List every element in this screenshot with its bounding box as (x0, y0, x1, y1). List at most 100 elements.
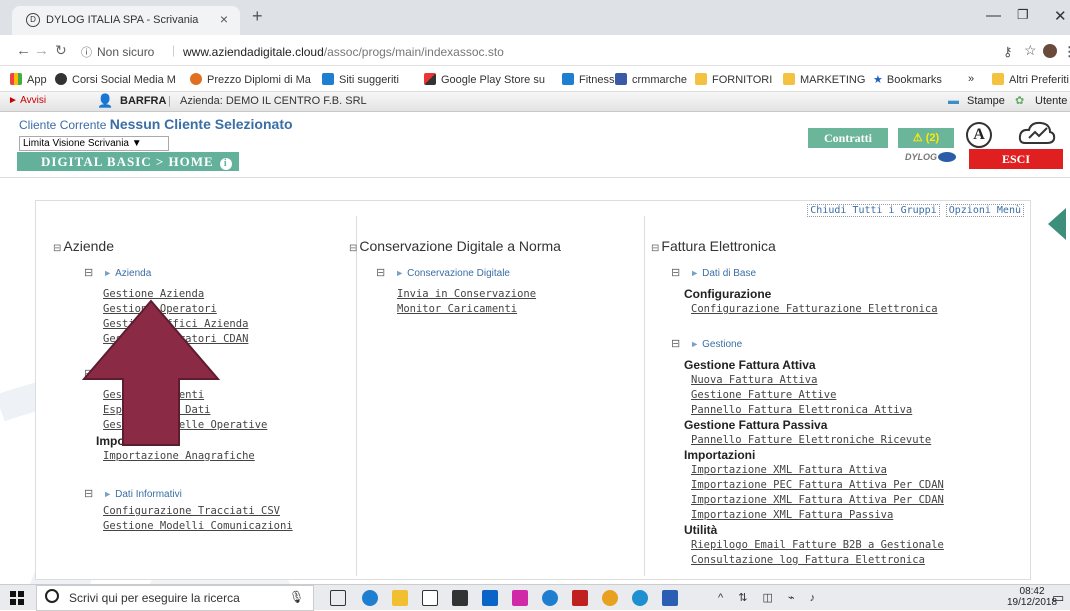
contratti-button[interactable]: Contratti (808, 128, 888, 148)
wifi-app-icon[interactable] (632, 590, 648, 606)
separator: | (168, 95, 171, 107)
bookmark-folder[interactable]: MARKETING (783, 73, 865, 86)
group-azienda[interactable]: ⊟ ► Azienda (84, 266, 151, 279)
link-pannello-fattura-attiva[interactable]: Pannello Fattura Elettronica Attiva (691, 404, 912, 416)
app-icon[interactable] (542, 590, 558, 606)
group-gestione[interactable]: ⊟ ► Gestione (671, 337, 742, 350)
menu-icon[interactable]: ⋮ (1063, 44, 1070, 60)
app-icon[interactable] (512, 590, 528, 606)
collapse-icon[interactable]: ⊟ (671, 267, 680, 279)
edge-icon[interactable] (362, 590, 378, 606)
link-gestione-fatture-attive[interactable]: Gestione Fatture Attive (691, 389, 836, 401)
bookmark-item[interactable]: Google Play Store su (424, 73, 545, 86)
column-divider (356, 216, 357, 576)
bookmark-item[interactable]: Prezzo Diplomi di Ma (190, 73, 311, 86)
utente-link[interactable]: Utente (1035, 95, 1067, 107)
link-consultazione-log[interactable]: Consultazione log Fattura Elettronica (691, 554, 925, 566)
chiudi-gruppi-link[interactable]: Chiudi Tutti i Gruppi (807, 204, 940, 217)
app-icon[interactable] (572, 590, 588, 606)
avvisi-link[interactable]: ► Avvisi (8, 95, 46, 106)
back-icon[interactable]: ← (16, 42, 31, 59)
minimize-icon[interactable]: — (986, 7, 1001, 24)
triangle-icon: ► (103, 489, 113, 499)
bookmark-item[interactable]: ★ Bookmarks (873, 73, 942, 86)
close-tab-icon[interactable]: × (220, 11, 228, 27)
section-aziende[interactable]: ⊟ Aziende (53, 238, 114, 254)
link-monitor-caricamenti[interactable]: Monitor Caricamenti (397, 303, 517, 315)
stampe-link[interactable]: Stampe (967, 95, 1005, 107)
close-window-icon[interactable]: ✕ (1054, 7, 1067, 25)
info-icon[interactable]: i (219, 158, 232, 170)
bookmark-item[interactable]: crmmarche (615, 73, 687, 86)
tray-icons[interactable]: ^ ⇅ ◫ ⌁ ♪ (718, 591, 821, 604)
microphone-icon[interactable]: 🎙 (289, 590, 304, 604)
bookmark-item[interactable]: Fitness (562, 73, 614, 86)
collapse-icon[interactable]: ⊟ (671, 338, 680, 350)
collapse-icon[interactable]: ⊟ (376, 267, 385, 279)
group-dati-di-base[interactable]: ⊟ ► Dati di Base (671, 266, 756, 279)
link-configurazione-tracciati[interactable]: Configurazione Tracciati CSV (103, 505, 280, 517)
cliente-value: Nessun Cliente Selezionato (109, 116, 293, 132)
opzioni-menu-link[interactable]: Opzioni Menù (945, 204, 1024, 217)
reload-icon[interactable]: ↻ (55, 42, 67, 59)
breadcrumb-text[interactable]: DIGITAL BASIC > HOME (41, 154, 214, 169)
collapse-icon[interactable]: ⊟ (349, 243, 357, 254)
group-label: Conservazione Digitale (407, 268, 510, 279)
file-explorer-icon[interactable] (392, 590, 408, 606)
link-import-xml-attiva[interactable]: Importazione XML Fattura Attiva (691, 464, 887, 476)
bookmarks-overflow[interactable]: » (968, 73, 974, 85)
link-gestione-modelli[interactable]: Gestione Modelli Comunicazioni (103, 520, 293, 532)
link-importazione-anagrafiche[interactable]: Importazione Anagrafiche (103, 450, 255, 462)
profile-avatar[interactable] (1043, 44, 1057, 58)
outlook-icon[interactable] (482, 590, 498, 606)
collapse-icon[interactable]: ⊟ (84, 267, 93, 279)
section-fattura-elettronica[interactable]: ⊟ Fattura Elettronica (651, 238, 776, 254)
group-conservazione-digitale[interactable]: ⊟ ► Conservazione Digitale (376, 266, 510, 279)
info-icon: ⓘ (81, 47, 92, 59)
link-import-xml-passiva[interactable]: Importazione XML Fattura Passiva (691, 509, 893, 521)
chrome-icon[interactable] (602, 590, 618, 606)
collapse-icon[interactable]: ⊟ (53, 243, 61, 254)
bookmark-label: Fitness (579, 74, 615, 86)
new-tab-button[interactable]: + (252, 6, 263, 27)
link-configurazione-fatturazione[interactable]: Configurazione Fatturazione Elettronica (691, 303, 938, 315)
mail-icon[interactable] (422, 590, 438, 606)
alerts-button[interactable]: ⚠ (2) (898, 128, 954, 148)
key-icon[interactable]: ⚷ (1003, 44, 1013, 60)
bookmark-label: FORNITORI (712, 74, 773, 86)
bookmark-label: Google Play Store su (441, 74, 545, 86)
section-conservazione[interactable]: ⊟ Conservazione Digitale a Norma (349, 238, 561, 254)
store-icon[interactable] (452, 590, 468, 606)
link-nuova-fattura-attiva[interactable]: Nuova Fattura Attiva (691, 374, 817, 386)
group-dati-informativi[interactable]: ⊟ ► Dati Informativi (84, 487, 182, 500)
collapse-icon[interactable]: ⊟ (651, 243, 659, 254)
bookmark-folder[interactable]: Altri Preferiti (992, 73, 1069, 86)
word-icon[interactable] (662, 590, 678, 606)
link-riepilogo-email[interactable]: Riepilogo Email Fatture B2B a Gestionale (691, 539, 944, 551)
link-pannello-fatture-ricevute[interactable]: Pannello Fatture Elettroniche Ricevute (691, 434, 931, 446)
side-panel-toggle-icon[interactable] (1048, 208, 1066, 240)
clock[interactable]: 08:42 19/12/2018 (1007, 586, 1057, 608)
link-import-pec-attiva-cdan[interactable]: Importazione PEC Fattura Attiva Per CDAN (691, 479, 944, 491)
browser-tab[interactable]: D DYLOG ITALIA SPA - Scrivania × (12, 6, 240, 35)
link-import-xml-attiva-cdan[interactable]: Importazione XML Fattura Attiva Per CDAN (691, 494, 944, 506)
address-bar[interactable]: ⓘ Non sicuro | www.aziendadigitale.cloud… (73, 41, 963, 63)
bookmark-folder[interactable]: FORNITORI (695, 73, 772, 86)
dropdown-arrow-icon: ▼ (131, 138, 142, 149)
bookmark-apps[interactable]: App (10, 73, 47, 86)
cloud-chart-icon[interactable] (1017, 119, 1057, 147)
a-logo-icon[interactable]: A (966, 122, 992, 148)
bookmark-item[interactable]: Siti suggeriti (322, 73, 399, 86)
star-icon[interactable]: ☆ (1024, 42, 1037, 59)
task-view-icon[interactable] (330, 590, 346, 606)
taskbar-search[interactable]: Scrivi qui per eseguire la ricerca 🎙 (36, 585, 314, 611)
forward-icon[interactable]: → (34, 42, 49, 59)
bookmark-item[interactable]: Corsi Social Media M (55, 73, 176, 86)
windows-start-icon[interactable] (10, 591, 24, 605)
collapse-icon[interactable]: ⊟ (84, 488, 93, 500)
maximize-icon[interactable]: ❐ (1017, 7, 1029, 23)
limita-visione-select[interactable]: Limita Visione Scrivania ▼ (19, 136, 169, 151)
link-invia-conservazione[interactable]: Invia in Conservazione (397, 288, 536, 300)
esci-button[interactable]: ESCI (969, 149, 1063, 169)
notifications-icon[interactable]: ▭ (1052, 590, 1064, 606)
